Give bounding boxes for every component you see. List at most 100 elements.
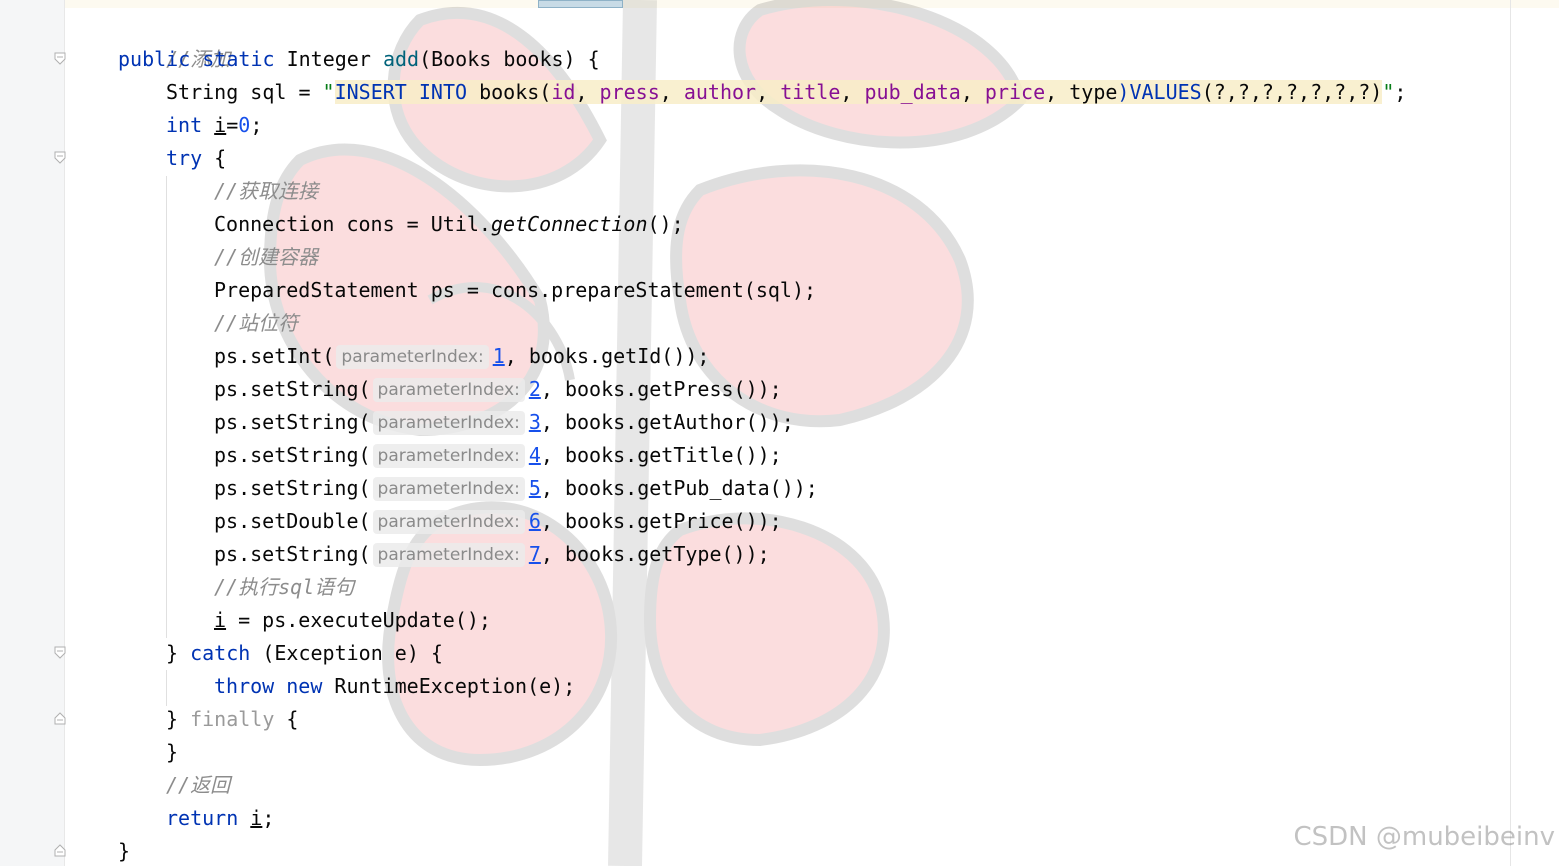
code-text: } (166, 641, 191, 665)
code-line: } catch (Exception e) { (166, 637, 443, 670)
comment: //站位符 (214, 311, 299, 335)
number-literal[interactable]: 2 (529, 377, 541, 401)
code-line: int i=0; (166, 109, 262, 142)
static-call: getConnection (490, 212, 648, 236)
code-line: //返回 (166, 769, 230, 802)
sql-sep: , (575, 80, 600, 104)
string-quote: " (1382, 80, 1395, 104)
code-text: { (202, 146, 227, 170)
code-line: ps.setInt(parameterIndex: 1, books.getId(… (214, 340, 709, 373)
sql-column: author (683, 80, 757, 104)
code-text: } (118, 839, 131, 863)
code-text: } (166, 740, 179, 764)
code-line: } (118, 835, 130, 868)
number-literal[interactable]: 1 (493, 344, 505, 368)
sql-fragment: INSERT INTO books(id, press, author, tit… (334, 80, 1383, 104)
code-text: (Exception e) { (250, 641, 443, 665)
variable: i (250, 806, 263, 830)
code-line: Connection cons = Util.getConnection(); (214, 208, 684, 241)
params: (Books books) { (419, 47, 600, 71)
code-text: , books.getAuthor()); (540, 410, 794, 434)
variable: i (214, 608, 227, 632)
code-line: ps.setDouble(parameterIndex: 6, books.get… (214, 505, 782, 538)
watermark: CSDN @mubeibeinv (1293, 822, 1555, 852)
parameter-hint: parameterIndex: (372, 477, 525, 501)
sql-column: pub_data (864, 80, 961, 104)
number-literal[interactable]: 6 (529, 509, 541, 533)
sql-sep: , (756, 80, 781, 104)
sql-sep: , (659, 80, 684, 104)
number-literal: 0 (238, 113, 251, 137)
code-line: //站位符 (214, 307, 298, 340)
sql-column: title (780, 80, 841, 104)
method-name: add (382, 47, 420, 71)
sql-column: price (984, 80, 1046, 104)
keyword: throw (214, 674, 275, 698)
code-line: throw new RuntimeException(e); (214, 670, 575, 703)
parameter-hint: parameterIndex: (372, 378, 525, 402)
code-text: , books.getPub_data()); (540, 476, 818, 500)
code-text: ps.setString( (214, 476, 371, 500)
code-text: ; (250, 113, 263, 137)
parameter-hint: parameterIndex: (372, 411, 525, 435)
parameter-hint: parameterIndex: (372, 543, 525, 567)
operator: = (226, 113, 239, 137)
code-text: ; (262, 806, 275, 830)
code-editor[interactable]: //添加 public static Integer add(Books boo… (0, 0, 1559, 866)
parameter-hint: parameterIndex: (372, 510, 525, 534)
code-text: Connection cons = Util. (214, 212, 491, 236)
sql-keyword: )VALUES (1117, 80, 1202, 104)
code-text: ps.setDouble( (214, 509, 371, 533)
sql-sep: , (840, 80, 865, 104)
code-text: } (166, 707, 191, 731)
keyword-dimmed: finally (190, 707, 275, 731)
code-text: , books.getPress()); (540, 377, 782, 401)
keyword: return (166, 806, 239, 830)
code-line: PreparedStatement ps = cons.prepareState… (214, 274, 816, 307)
variable: i (214, 113, 227, 137)
code-text: , books.getTitle()); (540, 443, 782, 467)
code-line: //执行sql语句 (214, 571, 354, 604)
code-line: i = ps.executeUpdate(); (214, 604, 491, 637)
code-text: , books.getType()); (540, 542, 770, 566)
number-literal[interactable]: 7 (529, 542, 541, 566)
code-text: { (274, 707, 299, 731)
sql-sep: , (1045, 80, 1070, 104)
code-text: (); (647, 212, 684, 236)
number-literal[interactable]: 3 (529, 410, 541, 434)
sql-sep: , (960, 80, 985, 104)
code-text: ps.setString( (214, 377, 371, 401)
keyword: static (202, 47, 275, 71)
comment: //获取连接 (214, 179, 319, 203)
code-text: ps.setString( (214, 542, 371, 566)
sql-column: press (599, 80, 660, 104)
sql-column: id (551, 80, 576, 104)
number-literal[interactable]: 4 (529, 443, 541, 467)
code-line: try { (166, 142, 226, 175)
code-line: ps.setString(parameterIndex: 4, books.get… (214, 439, 782, 472)
code-text: PreparedStatement ps = cons.prepareState… (214, 278, 817, 302)
code-text: , books.getPrice()); (540, 509, 782, 533)
number-literal[interactable]: 5 (529, 476, 541, 500)
string-quote: " (322, 80, 335, 104)
keyword: int (166, 113, 203, 137)
code-text: ps.setString( (214, 410, 371, 434)
keyword: new (286, 674, 323, 698)
keyword: public (118, 47, 191, 71)
type-name: Integer (286, 47, 371, 71)
keyword: catch (190, 641, 251, 665)
parameter-hint: parameterIndex: (372, 444, 525, 468)
comment: //返回 (166, 773, 231, 797)
keyword: try (166, 146, 203, 170)
code-line: ps.setString(parameterIndex: 7, books.get… (214, 538, 770, 571)
sql-keyword: INSERT INTO (334, 80, 468, 104)
code-line: //添加 (118, 10, 230, 71)
code-text: = ps.executeUpdate(); (226, 608, 491, 632)
code-line: ps.setString(parameterIndex: 5, books.get… (214, 472, 818, 505)
sql-table: books( (467, 80, 552, 104)
code-text: ; (1394, 80, 1407, 104)
code-line: String sql = "INSERT INTO books(id, pres… (166, 76, 1406, 109)
code-line: ps.setString(parameterIndex: 3, books.get… (214, 406, 794, 439)
code-line: } (166, 736, 178, 769)
code-text: RuntimeException(e); (322, 674, 576, 698)
